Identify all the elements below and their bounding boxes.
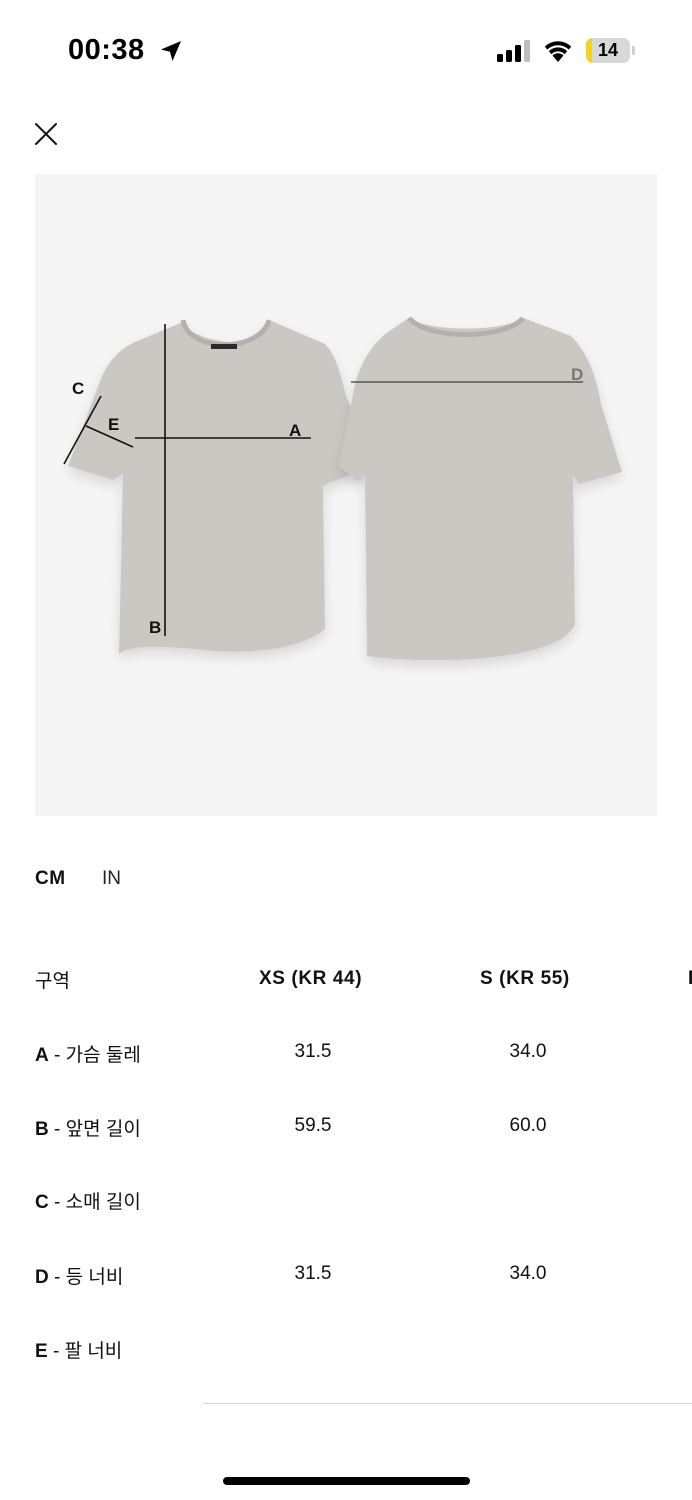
row-code: A <box>35 1045 49 1066</box>
tab-in[interactable]: IN <box>102 868 121 890</box>
close-icon <box>35 123 57 145</box>
header-area: 구역 <box>35 971 70 992</box>
table-cell-s: 34.0 <box>509 1041 547 1062</box>
header-s: S (KR 55) <box>480 968 570 989</box>
table-row-label: A - 가슴 둘레 <box>35 1040 141 1067</box>
close-button[interactable] <box>30 118 62 150</box>
table-cell-xs: 31.5 <box>294 1263 332 1284</box>
table-row-label: C - 소매 길이 <box>35 1187 141 1214</box>
table-row-label: E - 팔 너비 <box>35 1336 122 1363</box>
battery-level-text: 14 <box>597 40 619 60</box>
header-next-partial: I <box>688 968 692 989</box>
row-code: D <box>35 1267 49 1288</box>
row-code: C <box>35 1192 49 1213</box>
table-cell-s: 34.0 <box>509 1263 547 1284</box>
row-name: - 팔 너비 <box>47 1341 123 1362</box>
battery-icon: 14 <box>586 38 630 63</box>
status-bar: 00:38 14 <box>0 0 692 100</box>
home-indicator[interactable] <box>223 1477 470 1485</box>
signal-icon <box>497 40 530 62</box>
label-b: B <box>149 618 161 637</box>
table-cell-xs: 31.5 <box>294 1041 332 1062</box>
row-name: - 등 너비 <box>48 1267 124 1288</box>
label-c: C <box>72 379 84 398</box>
label-e: E <box>108 415 119 434</box>
tab-cm[interactable]: CM <box>35 868 66 890</box>
row-code: B <box>35 1119 49 1140</box>
row-code: E <box>35 1341 48 1362</box>
front-tshirt-image <box>68 319 377 654</box>
label-d: D <box>571 365 583 384</box>
row-name: - 가슴 둘레 <box>48 1045 141 1066</box>
label-a: A <box>289 421 301 440</box>
row-name: - 앞면 길이 <box>48 1119 141 1140</box>
table-row-label: B - 앞면 길이 <box>35 1114 141 1141</box>
status-time: 00:38 <box>68 34 145 66</box>
table-divider <box>203 1403 692 1404</box>
header-xs: XS (KR 44) <box>259 968 363 989</box>
table-cell-xs: 59.5 <box>294 1115 332 1136</box>
table-row-label: D - 등 너비 <box>35 1262 123 1289</box>
table-cell-s: 60.0 <box>509 1115 547 1136</box>
battery-cap <box>632 46 635 55</box>
location-arrow-icon <box>161 41 181 61</box>
wifi-icon <box>544 41 572 62</box>
size-guide-diagram: A B C D E <box>35 174 657 816</box>
row-name: - 소매 길이 <box>48 1192 141 1213</box>
